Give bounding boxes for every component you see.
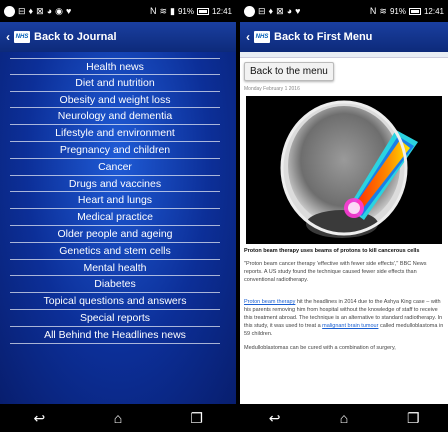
back-to-first-menu-bar[interactable]: ‹ NHS Back to First Menu bbox=[240, 22, 448, 52]
image-caption: Proton beam therapy uses beams of proton… bbox=[244, 248, 420, 254]
nhs-logo-icon: NHS bbox=[254, 31, 270, 43]
recents-icon[interactable]: ❐ bbox=[182, 410, 212, 427]
battery-icon bbox=[408, 7, 421, 15]
menu-item-medical-practice[interactable]: Medical practice bbox=[10, 209, 220, 226]
location-icon: ♥ bbox=[65, 5, 72, 16]
notification-chat-icon: ◕ bbox=[286, 5, 293, 16]
wifi-icon: ≋ bbox=[159, 5, 167, 16]
menu-item-pregnancy-and-children[interactable]: Pregnancy and children bbox=[10, 142, 220, 159]
menu-item-genetics-and-stem-cells[interactable]: Genetics and stem cells bbox=[10, 243, 220, 260]
notification-mail-icon: ⊠ bbox=[36, 5, 44, 16]
notification-dot-icon bbox=[244, 5, 255, 17]
back-icon[interactable]: ↩ bbox=[24, 410, 54, 427]
menu-item-older-people-and-ageing[interactable]: Older people and ageing bbox=[10, 226, 220, 243]
menu-item-obesity-and-weight-loss[interactable]: Obesity and weight loss bbox=[10, 92, 220, 109]
topic-menu-area: Health news Diet and nutrition Obesity a… bbox=[0, 52, 236, 404]
menu-item-cancer[interactable]: Cancer bbox=[10, 159, 220, 176]
notification-chat-icon: ◕ bbox=[46, 5, 53, 16]
nhs-logo-icon: NHS bbox=[14, 31, 30, 43]
battery-percent: 91% bbox=[177, 6, 194, 16]
status-bar: ⊟ ♦ ⊠ ◕ ♥ N ≋ 91% 12:41 bbox=[240, 0, 448, 22]
notification-square-icon: ⊟ bbox=[18, 5, 26, 16]
chevron-left-icon: ‹ bbox=[6, 30, 10, 44]
menu-item-health-news[interactable]: Health news bbox=[10, 58, 220, 75]
article-paragraph-1: "Proton beam cancer therapy 'effective w… bbox=[244, 261, 427, 283]
menu-item-lifestyle-and-environment[interactable]: Lifestyle and environment bbox=[10, 125, 220, 142]
battery-icon bbox=[196, 7, 209, 15]
nfc-icon: N bbox=[369, 5, 377, 16]
menu-item-diabetes[interactable]: Diabetes bbox=[10, 276, 220, 294]
back-to-menu-button[interactable]: Back to the menu bbox=[244, 62, 334, 81]
home-icon[interactable]: ⌂ bbox=[103, 410, 133, 426]
android-nav-bar: ↩ ⌂ ❐ bbox=[240, 404, 448, 432]
recents-icon[interactable]: ❐ bbox=[398, 410, 428, 427]
article-webview: Back to the menu Monday February 1 2016 bbox=[240, 52, 448, 404]
notification-mail-icon: ⊠ bbox=[276, 5, 284, 16]
menu-item-special-reports[interactable]: Special reports bbox=[10, 310, 220, 327]
notification-dot-icon bbox=[4, 5, 15, 17]
status-bar: ⊟ ♦ ⊠ ◕ ◉ ♥ N ≋ ▮ 91% 12:41 bbox=[0, 0, 236, 22]
right-phone-screen: ⊟ ♦ ⊠ ◕ ♥ N ≋ 91% 12:41 ‹ NHS Back to Fi… bbox=[240, 0, 448, 432]
signal-icon: ▮ bbox=[170, 5, 175, 16]
article-date: Monday February 1 2016 bbox=[244, 86, 300, 92]
menu-item-neurology-and-dementia[interactable]: Neurology and dementia bbox=[10, 108, 220, 126]
notification-square-icon: ⊟ bbox=[258, 5, 266, 16]
back-to-first-menu-label: Back to First Menu bbox=[274, 31, 373, 43]
home-icon[interactable]: ⌂ bbox=[329, 410, 359, 426]
clock: 12:41 bbox=[423, 6, 444, 16]
nfc-icon: N bbox=[149, 5, 157, 16]
menu-item-heart-and-lungs[interactable]: Heart and lungs bbox=[10, 192, 220, 210]
web-header-strip bbox=[240, 52, 448, 58]
menu-item-drugs-and-vaccines[interactable]: Drugs and vaccines bbox=[10, 176, 220, 193]
topic-menu-list: Health news Diet and nutrition Obesity a… bbox=[10, 58, 220, 344]
menu-item-mental-health[interactable]: Mental health bbox=[10, 260, 220, 277]
notification-bell-icon: ♦ bbox=[268, 5, 274, 16]
notification-app-icon: ◉ bbox=[55, 5, 63, 16]
battery-percent: 91% bbox=[389, 6, 406, 16]
android-nav-bar: ↩ ⌂ ❐ bbox=[0, 404, 236, 432]
wifi-icon: ≋ bbox=[379, 5, 387, 16]
menu-item-diet-and-nutrition[interactable]: Diet and nutrition bbox=[10, 75, 220, 92]
left-phone-screen: ⊟ ♦ ⊠ ◕ ◉ ♥ N ≋ ▮ 91% 12:41 ‹ NHS Back t… bbox=[0, 0, 236, 432]
back-to-journal-label: Back to Journal bbox=[34, 31, 117, 43]
notification-bell-icon: ♦ bbox=[28, 5, 34, 16]
proton-beam-therapy-link[interactable]: Proton beam therapy bbox=[244, 299, 295, 305]
menu-item-topical-questions[interactable]: Topical questions and answers bbox=[10, 293, 220, 310]
chevron-left-icon: ‹ bbox=[246, 30, 250, 44]
clock: 12:41 bbox=[211, 6, 232, 16]
proton-beam-scan-image bbox=[246, 96, 442, 244]
malignant-brain-tumour-link[interactable]: malignant brain tumour bbox=[322, 323, 378, 329]
back-to-journal-bar[interactable]: ‹ NHS Back to Journal bbox=[0, 22, 236, 52]
location-icon: ♥ bbox=[295, 5, 301, 16]
back-icon[interactable]: ↩ bbox=[260, 410, 290, 427]
menu-item-all-behind-the-headlines[interactable]: All Behind the Headlines news bbox=[10, 327, 220, 344]
article-paragraph-2: Proton beam therapy hit the headlines in… bbox=[244, 299, 444, 337]
article-paragraph-3: Medulloblastomas can be cured with a com… bbox=[244, 345, 396, 351]
